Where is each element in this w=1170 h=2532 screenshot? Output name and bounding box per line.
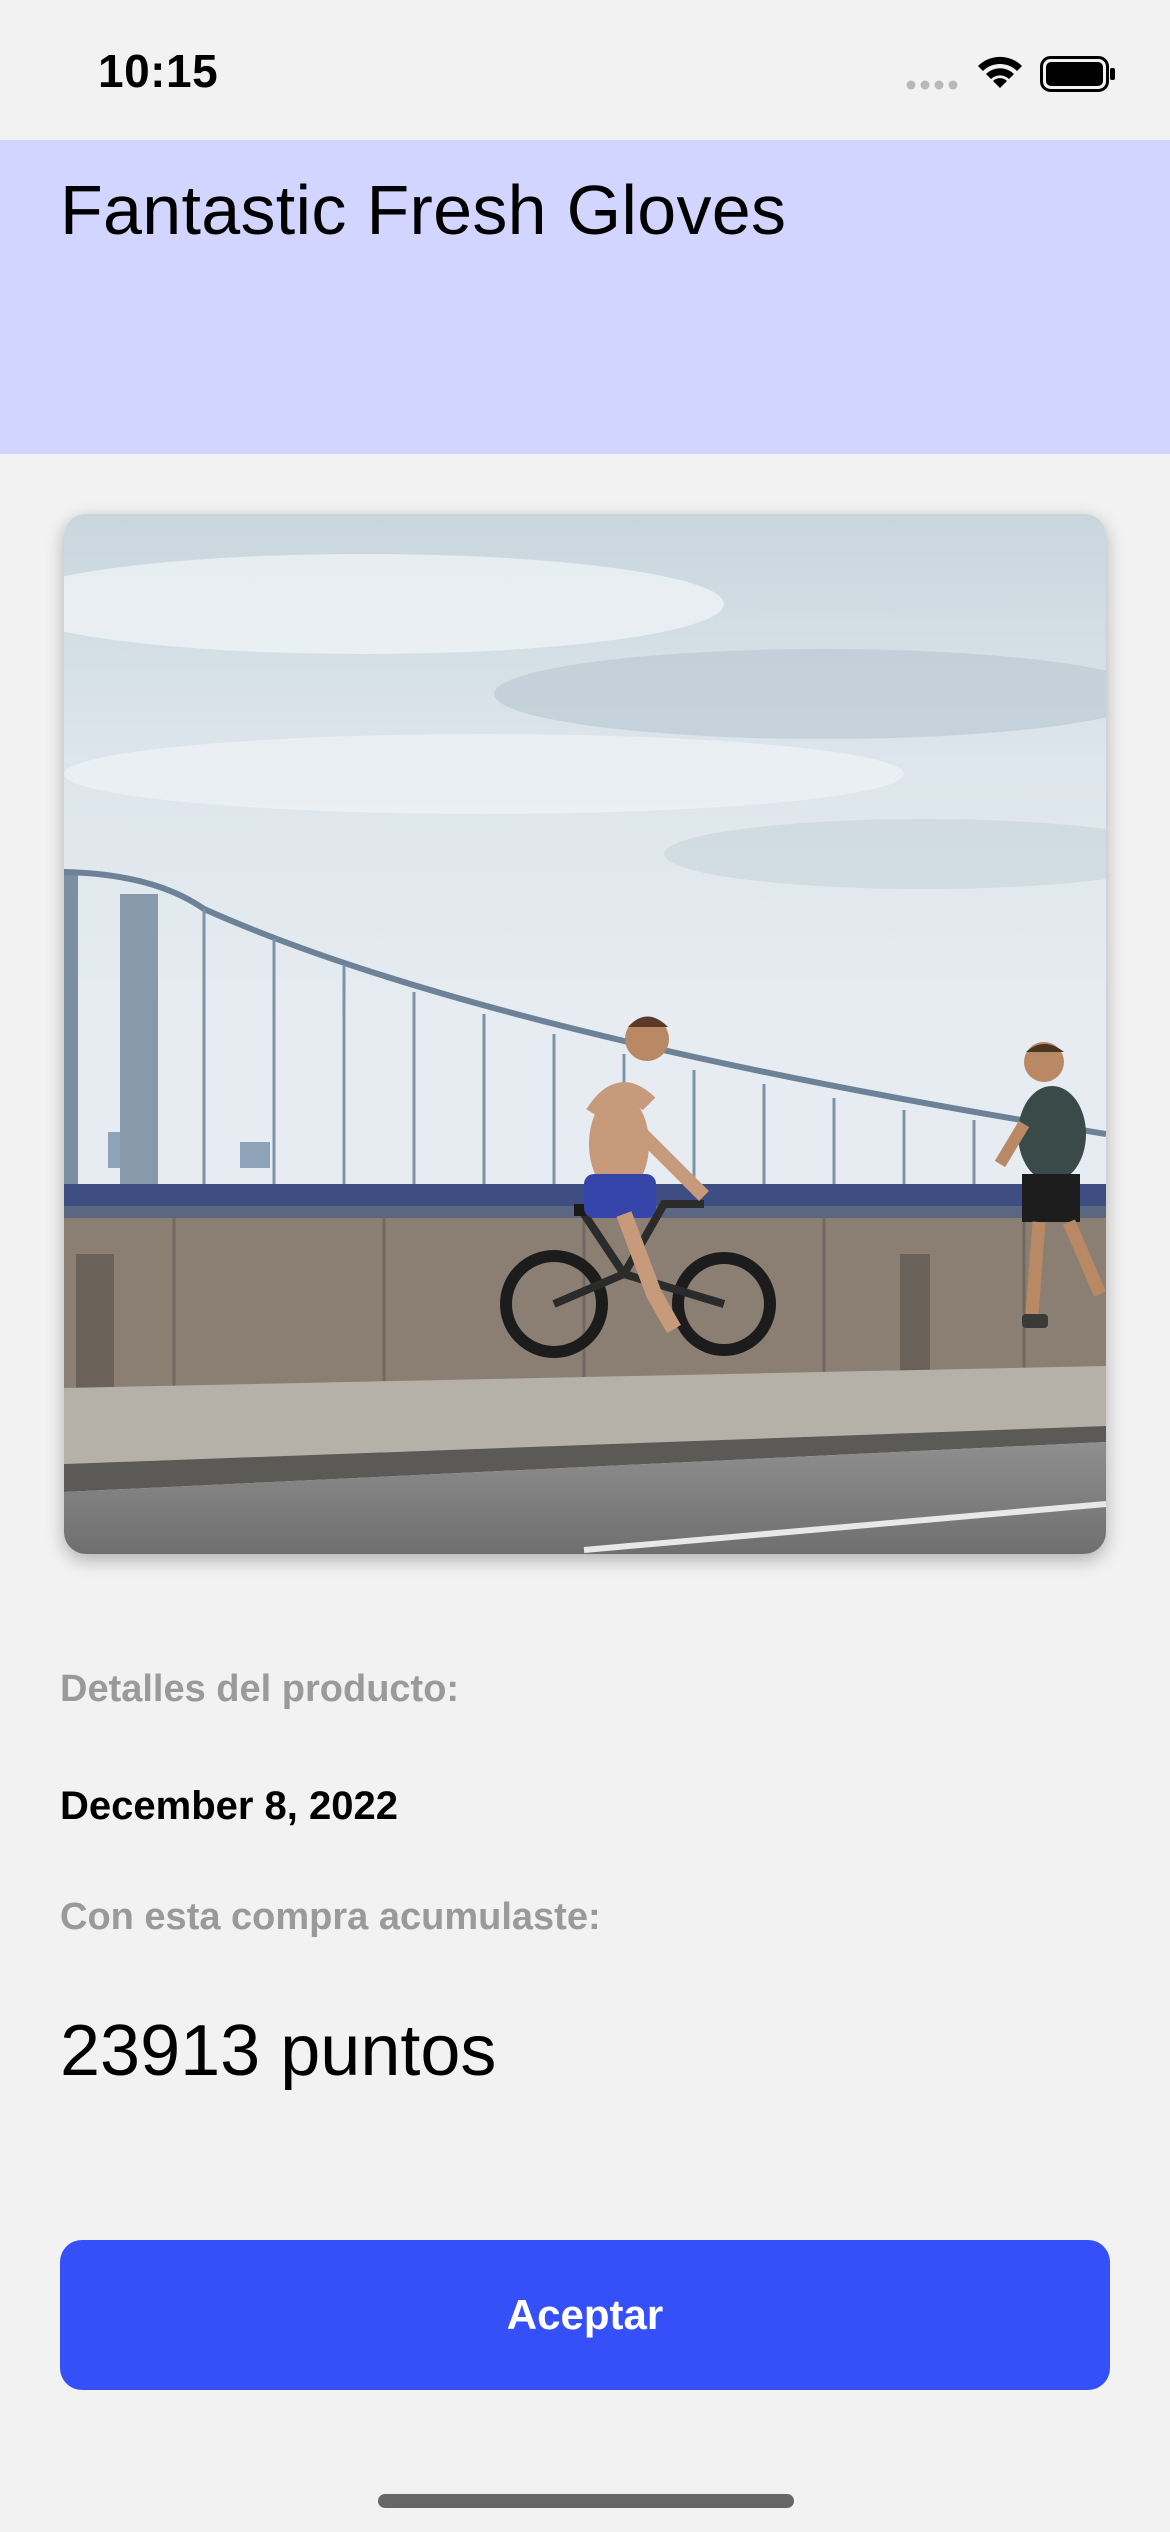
product-photo [64, 514, 1106, 1554]
battery-icon [1040, 56, 1115, 92]
product-image [64, 514, 1106, 1554]
accept-button[interactable]: Aceptar [60, 2240, 1110, 2390]
signal-dots-icon [906, 80, 958, 90]
points-value: 23913 [60, 2011, 261, 2091]
status-time: 10:15 [98, 45, 219, 97]
points-earned: 23913 puntos [60, 2010, 496, 2092]
home-indicator[interactable] [378, 2494, 794, 2508]
product-details-label: Detalles del producto: [60, 1668, 460, 1710]
status-bar: 10:15 [0, 0, 1170, 140]
product-date: December 8, 2022 [60, 1784, 399, 1828]
points-label: Con esta compra acumulaste: [60, 1896, 601, 1938]
wifi-icon [978, 56, 1022, 88]
page-title: Fantastic Fresh Gloves [60, 171, 787, 249]
points-unit: puntos [280, 2011, 497, 2091]
